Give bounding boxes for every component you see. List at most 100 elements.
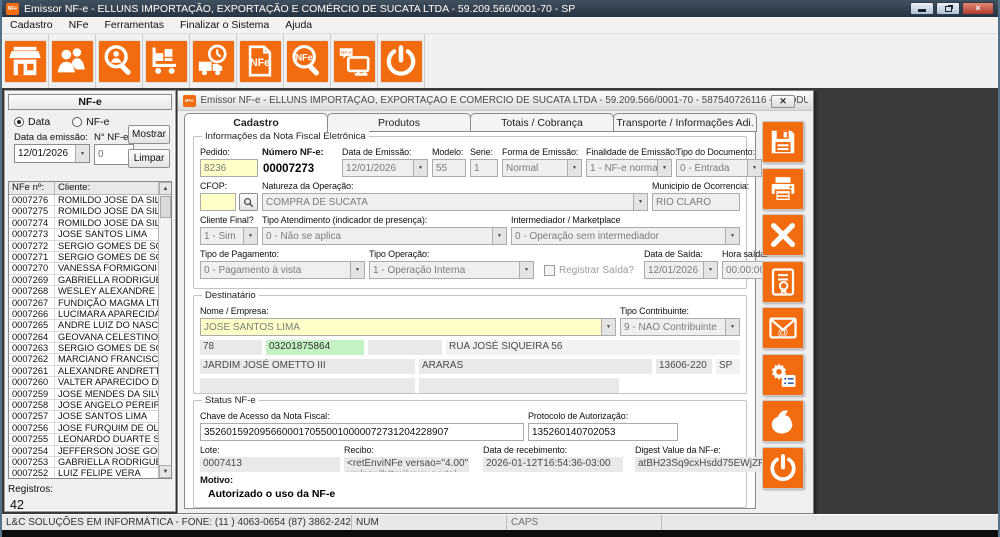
minimize-button[interactable]	[910, 2, 934, 15]
chevron-down-icon[interactable]: ▼	[703, 262, 717, 278]
nfe-online-button[interactable]: NF-e	[333, 40, 376, 83]
tipo-documento-select[interactable]: 0 - Entrada▼	[676, 159, 762, 177]
pedido-input[interactable]	[200, 159, 258, 177]
chevron-down-icon[interactable]: ▼	[601, 319, 615, 335]
tab-transporte-informacoes-adi[interactable]: Transporte / Informações Adi.	[613, 113, 757, 132]
list-item[interactable]: 0007253GABRIELLA RODRIGUES	[9, 457, 158, 468]
radio-data[interactable]: Data	[14, 116, 50, 128]
list-item[interactable]: 0007264GEOVANA CELESTINO D	[9, 332, 158, 343]
chevron-down-icon[interactable]: ▼	[657, 160, 671, 176]
list-item[interactable]: 0007257JOSE SANTOS LIMA	[9, 411, 158, 422]
emission-date-select[interactable]: 12/01/2026 ▼	[14, 144, 90, 163]
tab-cadastro[interactable]: Cadastro	[184, 113, 328, 132]
list-item[interactable]: 0007268WESLEY ALEXANDRE RA	[9, 286, 158, 297]
cancel-x-button[interactable]	[762, 214, 804, 256]
chevron-down-icon[interactable]: ▼	[413, 160, 427, 176]
chevron-down-icon[interactable]: ▼	[75, 145, 89, 162]
chevron-down-icon[interactable]: ▼	[350, 262, 364, 278]
list-scrollbar[interactable]: ▲ ▼	[158, 182, 171, 478]
cliente-final-select[interactable]: 1 - Sim▼	[200, 227, 258, 245]
chevron-down-icon[interactable]: ▼	[243, 228, 257, 244]
nfe-list[interactable]: NFe nº: Cliente: 0007276ROMILDO JOSE DA …	[8, 181, 172, 479]
exit-button[interactable]	[380, 40, 423, 83]
list-item[interactable]: 0007254JEFFERSON JOSE GONC	[9, 446, 158, 457]
data-emissao-select[interactable]: 12/01/2026▼	[342, 159, 428, 177]
menu-item-ajuda[interactable]: Ajuda	[277, 19, 320, 31]
tab-produtos[interactable]: Produtos	[327, 113, 471, 132]
delivery-truck-button[interactable]	[192, 40, 235, 83]
list-item[interactable]: 0007271SERGIO GOMES DE SOU	[9, 252, 158, 263]
list-item[interactable]: 0007266LUCIMARA APARECIDA G	[9, 309, 158, 320]
forma-emissao-select[interactable]: Normal▼	[502, 159, 582, 177]
chevron-down-icon[interactable]: ▼	[567, 160, 581, 176]
list-item[interactable]: 0007275ROMILDO JOSE DA SILVA	[9, 206, 158, 217]
list-item[interactable]: 0007274ROMILDO JOSE DA SILVA	[9, 218, 158, 229]
natureza-operacao-select[interactable]: COMPRA DE SUCATA▼	[262, 193, 648, 211]
nfe-document-button[interactable]: NFe	[239, 40, 282, 83]
save-button[interactable]	[762, 121, 804, 163]
menu-item-cadastro[interactable]: Cadastro	[2, 19, 61, 31]
print-button[interactable]	[762, 168, 804, 210]
scroll-thumb[interactable]	[160, 196, 171, 218]
municipio-input[interactable]	[652, 193, 740, 211]
tipo-atendimento-select[interactable]: 0 - Não se aplica▼	[262, 227, 507, 245]
chevron-down-icon[interactable]: ▼	[747, 160, 761, 176]
chevron-down-icon[interactable]: ▼	[492, 228, 506, 244]
limpar-button[interactable]: Limpar	[128, 149, 170, 168]
list-item[interactable]: 0007273JOSE SANTOS LIMA	[9, 229, 158, 240]
email-button[interactable]: @	[762, 307, 804, 349]
list-item[interactable]: 0007256JOSE FURQUIM DE OLIVI	[9, 423, 158, 434]
restore-button[interactable]	[936, 2, 960, 15]
list-item[interactable]: 0007258JOSE ANGELO PEREIRA	[9, 400, 158, 411]
settings-button[interactable]	[762, 354, 804, 396]
search-client-button[interactable]	[98, 40, 141, 83]
search-nfe-button[interactable]: NFe	[286, 40, 329, 83]
list-item[interactable]: 0007252LUIZ FELIPE VERA	[9, 468, 158, 479]
menu-item-ferramentas[interactable]: Ferramentas	[96, 19, 172, 31]
list-item[interactable]: 0007276ROMILDO JOSE DA SILVA	[9, 195, 158, 206]
store-button[interactable]	[4, 40, 47, 83]
chave-acesso-input[interactable]	[200, 423, 524, 441]
tab-totais-cobranca[interactable]: Totais / Cobrança	[470, 113, 614, 132]
chevron-down-icon[interactable]: ▼	[725, 319, 739, 335]
menu-item-nfe[interactable]: NFe	[61, 19, 97, 31]
tipo-pagamento-select[interactable]: 0 - Pagamento à vista▼	[200, 261, 365, 279]
list-item[interactable]: 0007255LEONARDO DUARTE SIL	[9, 434, 158, 445]
power-button[interactable]	[762, 447, 804, 489]
tipo-operacao-select[interactable]: 1 - Operação Interna▼	[369, 261, 534, 279]
list-item[interactable]: 0007260VALTER APARECIDO DA	[9, 377, 158, 388]
list-item[interactable]: 0007270VANESSA FORMIGONI	[9, 263, 158, 274]
certificate-button[interactable]	[762, 261, 804, 303]
chevron-down-icon[interactable]: ▼	[519, 262, 533, 278]
registrar-saida-checkbox[interactable]	[544, 265, 555, 276]
list-item[interactable]: 0007259JOSE MENDES DA SILVA	[9, 389, 158, 400]
finalidade-emissao-select[interactable]: 1 - NF-e normal▼	[586, 159, 672, 177]
list-item[interactable]: 0007269GABRIELLA RODRIGUES	[9, 275, 158, 286]
list-item[interactable]: 0007272SERGIO GOMES DE SOU	[9, 241, 158, 252]
radio-nfe[interactable]: NF-e	[72, 116, 109, 128]
clients-button[interactable]	[51, 40, 94, 83]
nome-empresa-select[interactable]: JOSE SANTOS LIMA▼	[200, 318, 616, 336]
list-item[interactable]: 0007262MARCIANO FRANCISCO	[9, 354, 158, 365]
protocolo-input[interactable]	[528, 423, 678, 441]
list-item[interactable]: 0007267FUNDIÇÃO MAGMA LTDA	[9, 298, 158, 309]
cfop-search-button[interactable]	[239, 193, 258, 211]
menu-item-finalizar-o-sistema[interactable]: Finalizar o Sistema	[172, 19, 277, 31]
close-button[interactable]: ×	[962, 2, 994, 15]
serie-input[interactable]	[470, 159, 498, 177]
bird-button[interactable]	[762, 400, 804, 442]
data-saida-select[interactable]: 12/01/2026▼	[644, 261, 718, 279]
intermediador-select[interactable]: 0 - Operação sem intermediador▼	[511, 227, 740, 245]
chevron-down-icon[interactable]: ▼	[633, 194, 647, 210]
list-item[interactable]: 0007265ANDRE LUIZ DO NASCIM	[9, 320, 158, 331]
scroll-up-icon[interactable]: ▲	[159, 182, 172, 195]
child-close-button[interactable]: ✕	[771, 95, 795, 108]
list-item[interactable]: 0007263SERGIO GOMES DE SOU	[9, 343, 158, 354]
tipo-contribuinte-select[interactable]: 9 - NÃO Contribuinte▼	[620, 318, 740, 336]
cfop-input[interactable]	[200, 193, 236, 211]
chevron-down-icon[interactable]: ▼	[725, 228, 739, 244]
list-item[interactable]: 0007261ALEXANDRE ANDRETTA	[9, 366, 158, 377]
mostrar-button[interactable]: Mostrar	[128, 125, 170, 144]
scroll-down-icon[interactable]: ▼	[159, 465, 172, 478]
products-button[interactable]	[145, 40, 188, 83]
